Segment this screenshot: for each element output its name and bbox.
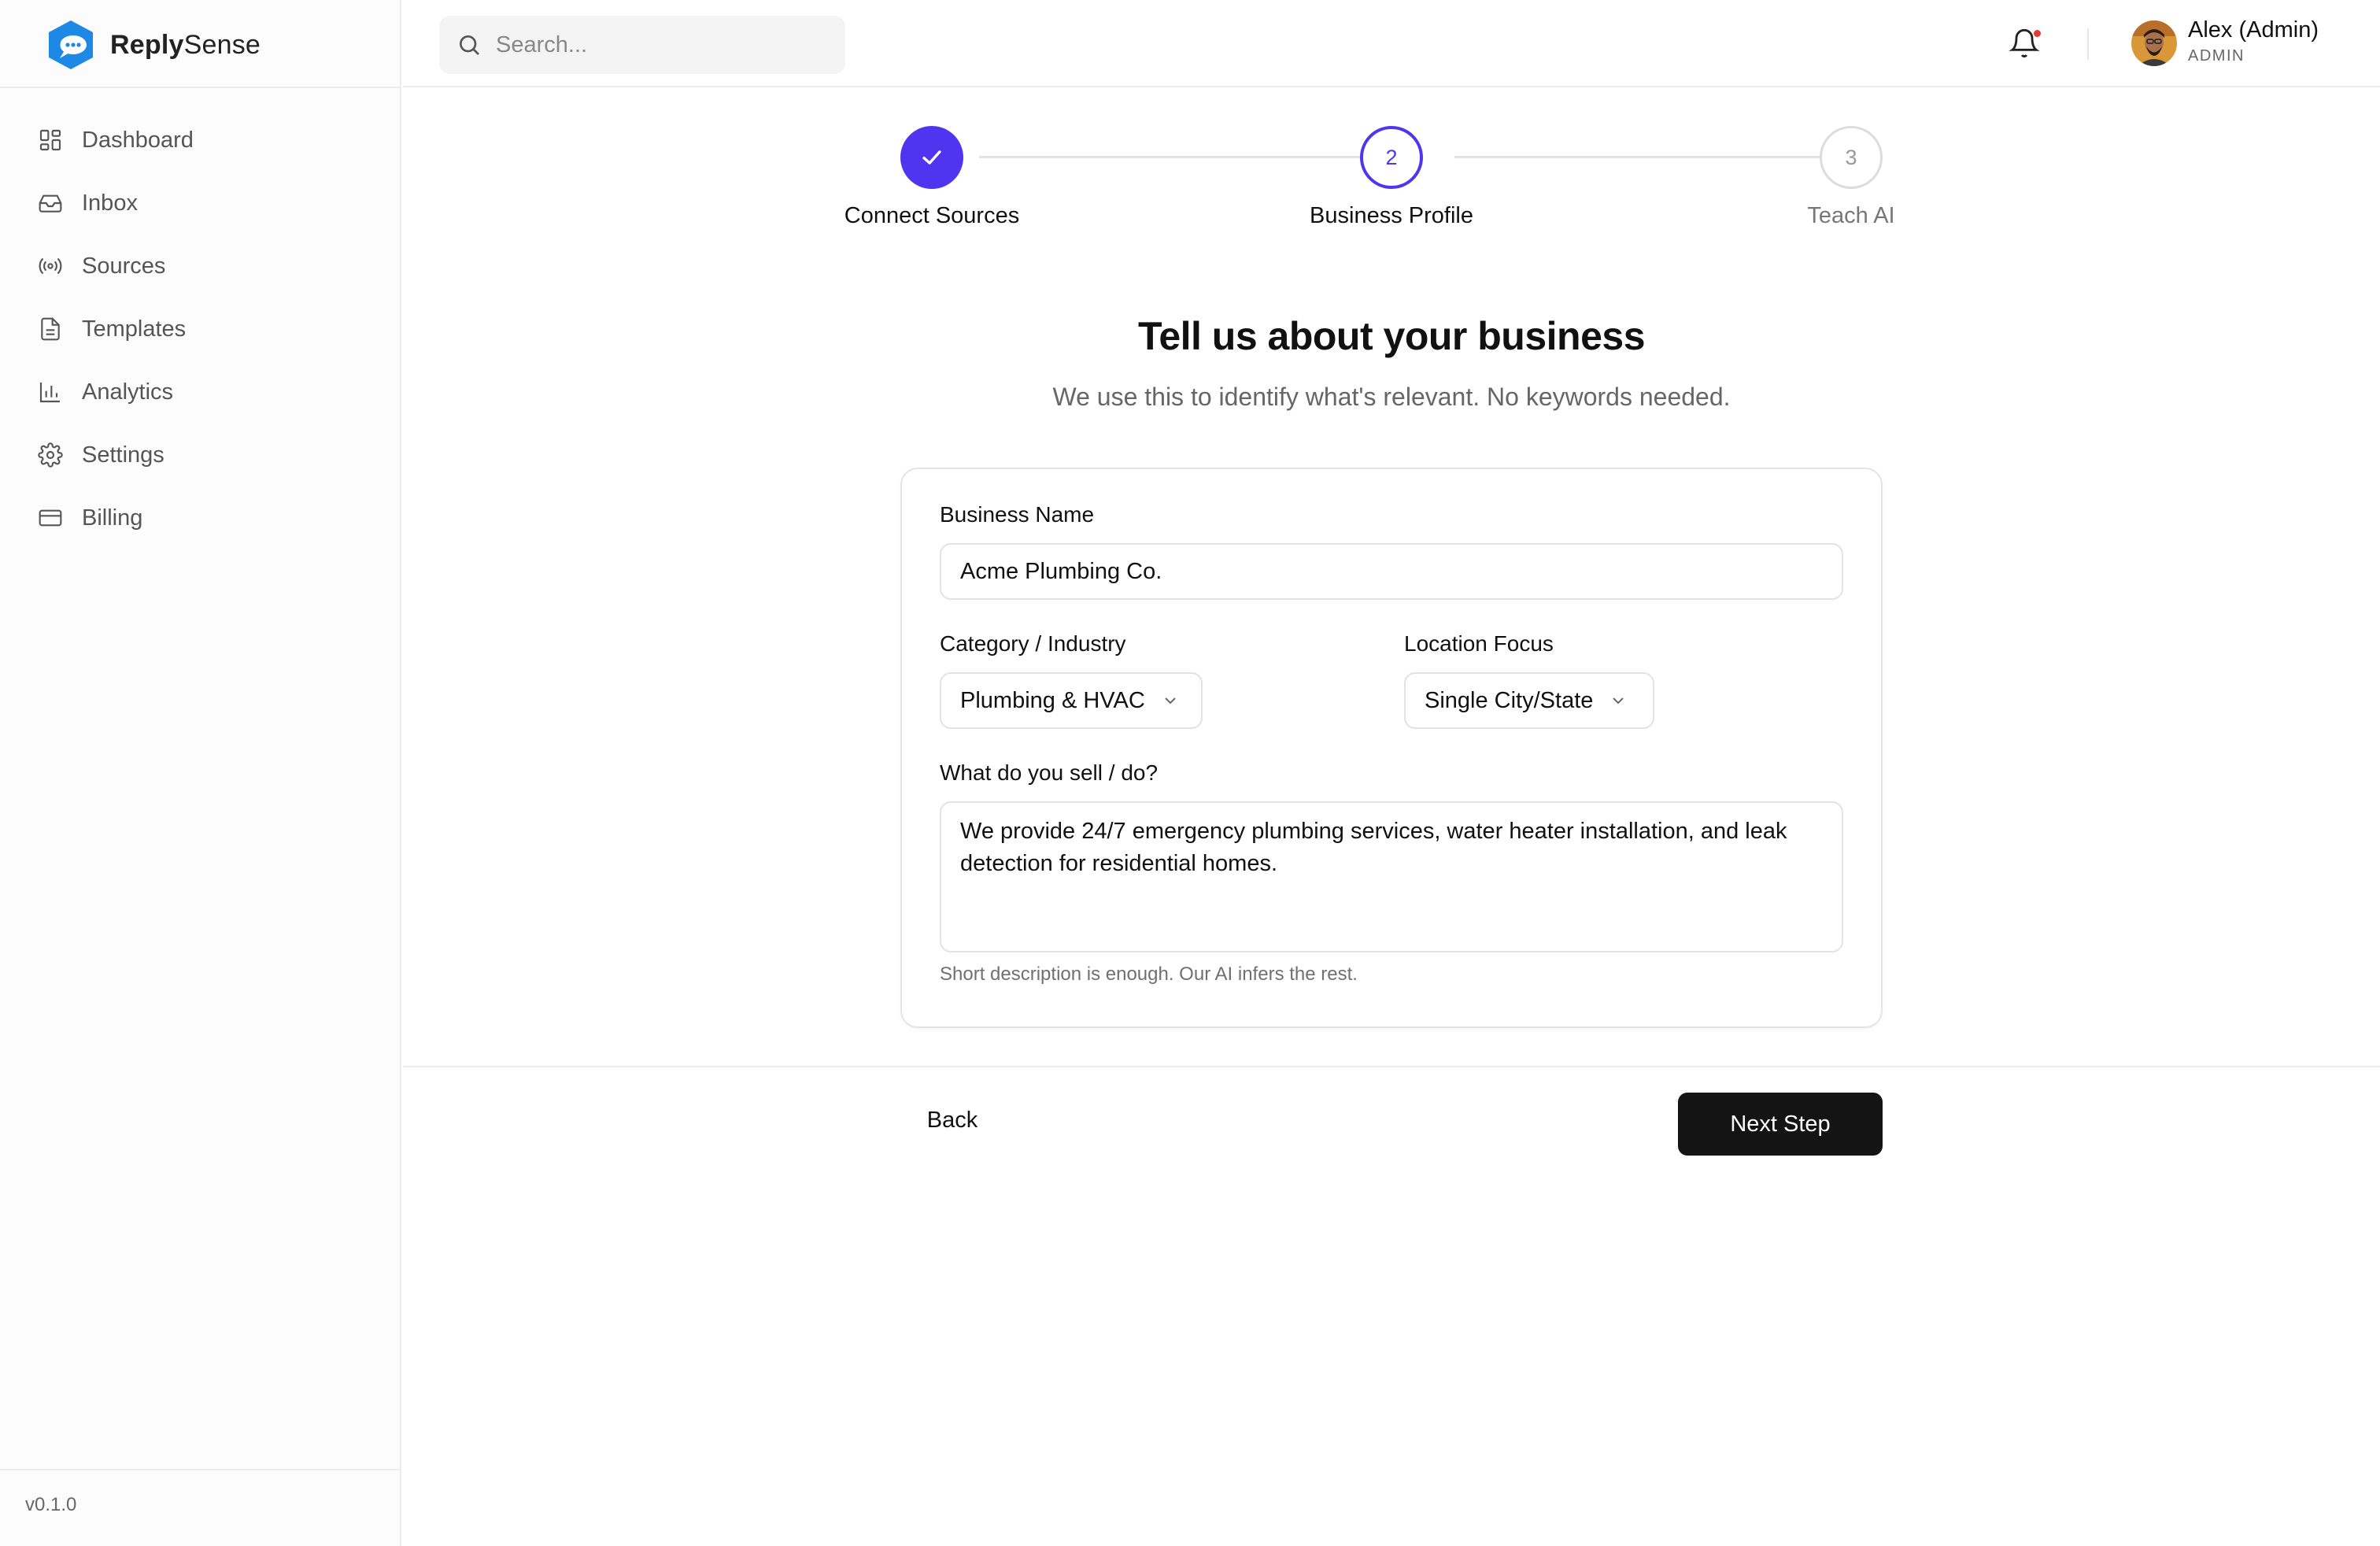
step-3-label: Teach AI <box>1807 203 1895 228</box>
version-divider <box>0 1469 401 1470</box>
bar-chart-icon <box>39 383 60 403</box>
step-3-number: 3 <box>1845 145 1857 169</box>
sidebar-item-label: Analytics <box>82 379 174 405</box>
user-name: Alex (Admin) <box>2188 17 2319 43</box>
onboarding-stepper: Connect Sources 2 Business Profile 3 Tea… <box>403 118 2380 244</box>
step-2-label: Business Profile <box>1310 203 1473 228</box>
page-subtitle: We use this to identify what's relevant.… <box>1052 383 1731 411</box>
chevron-down-icon <box>1613 697 1624 705</box>
checkmark-icon <box>922 150 941 165</box>
sidebar: ReplySense Dashboard Inbox Sources Templ… <box>0 0 401 1546</box>
user-avatar-icon <box>2131 20 2177 66</box>
sidebar-divider <box>0 87 401 88</box>
back-button[interactable]: Back <box>905 1094 1000 1146</box>
description-hint: Short description is enough. Our AI infe… <box>940 963 1358 985</box>
app-logo[interactable]: ReplySense <box>46 19 261 71</box>
sidebar-item-label: Settings <box>82 442 164 468</box>
sidebar-item-label: Templates <box>82 316 187 342</box>
category-label: Category / Industry <box>940 631 1126 656</box>
search-input[interactable] <box>496 31 826 58</box>
category-select[interactable]: Plumbing & HVAC <box>940 672 1203 729</box>
search-box[interactable] <box>439 16 845 74</box>
sidebar-item-label: Billing <box>82 505 143 531</box>
search-icon <box>460 35 479 55</box>
category-selected-value: Plumbing & HVAC <box>960 687 1145 713</box>
chevron-down-icon <box>1165 697 1176 705</box>
sidebar-item-inbox[interactable]: Inbox <box>22 172 379 235</box>
document-icon <box>41 317 60 341</box>
description-label: What do you sell / do? <box>940 760 1159 785</box>
inbox-icon <box>39 194 62 213</box>
sidebar-item-label: Dashboard <box>82 127 194 153</box>
business-profile-form: Business Name Category / Industry Plumbi… <box>900 468 1883 1028</box>
dashboard-icon <box>39 129 61 151</box>
business-name-input[interactable] <box>940 543 1843 600</box>
step-2-number: 2 <box>1385 145 1398 169</box>
next-step-button[interactable]: Next Step <box>1678 1093 1883 1156</box>
replysense-logo-icon <box>49 20 93 69</box>
sidebar-item-billing[interactable]: Billing <box>22 486 379 549</box>
header-separator <box>2087 28 2089 60</box>
page-title: Tell us about your business <box>1137 314 1646 358</box>
app-version: v0.1.0 <box>25 1494 77 1515</box>
step-1-indicator[interactable] <box>900 126 963 189</box>
sidebar-item-label: Sources <box>82 253 166 279</box>
step-3-indicator[interactable]: 3 <box>1820 126 1883 189</box>
step-connector-1 <box>979 156 1363 158</box>
sidebar-item-sources[interactable]: Sources <box>22 235 379 298</box>
step-2-indicator[interactable]: 2 <box>1360 126 1423 189</box>
sidebar-item-templates[interactable]: Templates <box>22 298 379 361</box>
business-name-label: Business Name <box>940 502 1095 527</box>
step-1-label: Connect Sources <box>844 203 1020 228</box>
broadcast-icon <box>39 257 62 275</box>
location-selected-value: Single City/State <box>1425 687 1594 713</box>
credit-card-icon <box>39 509 62 527</box>
sidebar-item-label: Inbox <box>82 190 138 216</box>
sidebar-item-settings[interactable]: Settings <box>22 423 379 486</box>
footer-divider <box>403 1066 2380 1067</box>
sidebar-item-analytics[interactable]: Analytics <box>22 361 379 423</box>
top-bar: Alex (Admin) ADMIN <box>403 0 2380 87</box>
description-textarea[interactable]: We provide 24/7 emergency plumbing servi… <box>940 801 1843 952</box>
sidebar-item-dashboard[interactable]: Dashboard <box>22 109 379 172</box>
step-connector-2 <box>1454 156 1839 158</box>
sidebar-nav: Dashboard Inbox Sources Templates Analyt… <box>22 109 379 549</box>
avatar[interactable] <box>2131 20 2177 66</box>
app-name: ReplySense <box>110 29 261 60</box>
location-select[interactable]: Single City/State <box>1404 672 1654 729</box>
location-label: Location Focus <box>1404 631 1554 656</box>
user-role: ADMIN <box>2188 47 2245 65</box>
gear-icon <box>38 442 63 468</box>
notification-dot <box>2034 30 2041 37</box>
